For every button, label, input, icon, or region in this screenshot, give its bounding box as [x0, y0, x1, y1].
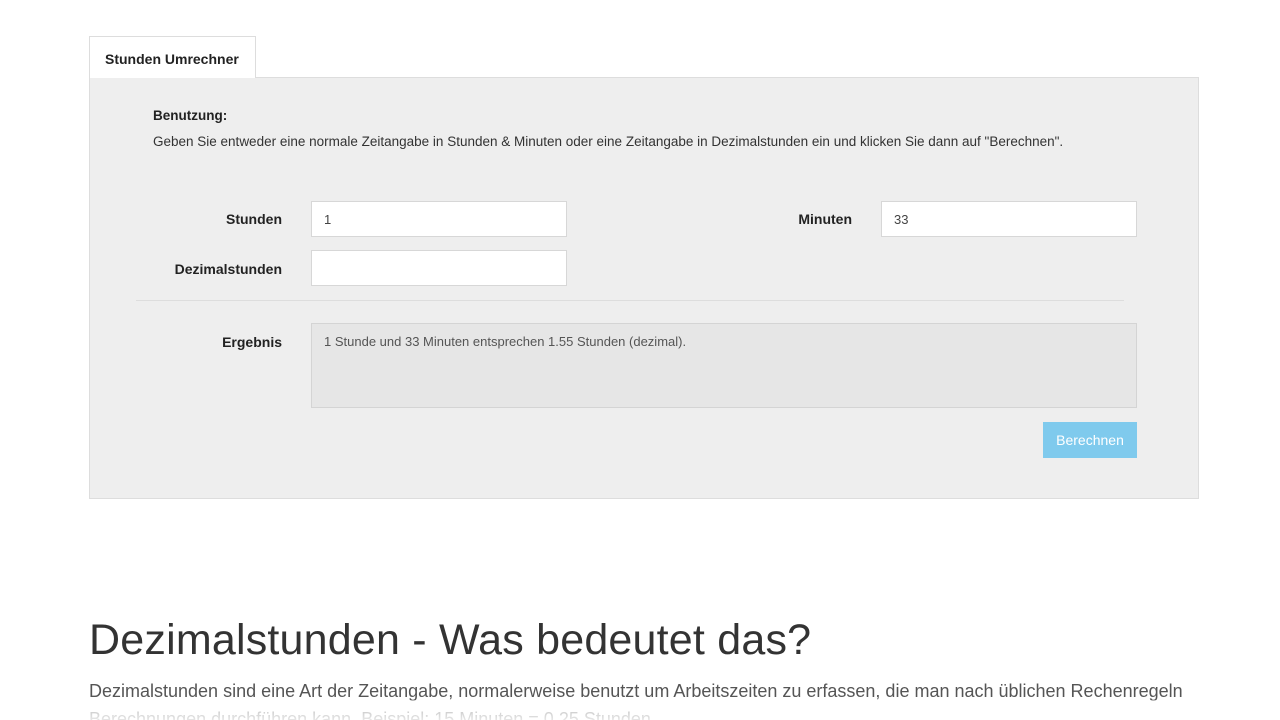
divider: [136, 300, 1124, 301]
stunden-input[interactable]: [311, 201, 567, 237]
usage-text: Geben Sie entweder eine normale Zeitanga…: [153, 134, 1064, 149]
tab-label: Stunden Umrechner: [105, 51, 239, 67]
ergebnis-label: Ergebnis: [222, 334, 282, 350]
converter-panel: Benutzung: Geben Sie entweder eine norma…: [89, 77, 1199, 499]
ergebnis-output: 1 Stunde und 33 Minuten entsprechen 1.55…: [311, 323, 1137, 408]
dezimalstunden-label: Dezimalstunden: [174, 261, 282, 277]
usage-title: Benutzung:: [153, 108, 228, 123]
minuten-label: Minuten: [798, 211, 852, 227]
tab-stunden-umrechner[interactable]: Stunden Umrechner: [89, 36, 256, 78]
dezimalstunden-input[interactable]: [311, 250, 567, 286]
berechnen-button[interactable]: Berechnen: [1043, 422, 1137, 458]
minuten-input[interactable]: [881, 201, 1137, 237]
article-heading: Dezimalstunden - Was bedeutet das?: [89, 616, 812, 664]
page: Stunden Umrechner Benutzung: Geben Sie e…: [0, 0, 1280, 720]
article-text: Dezimalstunden sind eine Art der Zeitang…: [89, 681, 1183, 720]
stunden-label: Stunden: [226, 211, 282, 227]
